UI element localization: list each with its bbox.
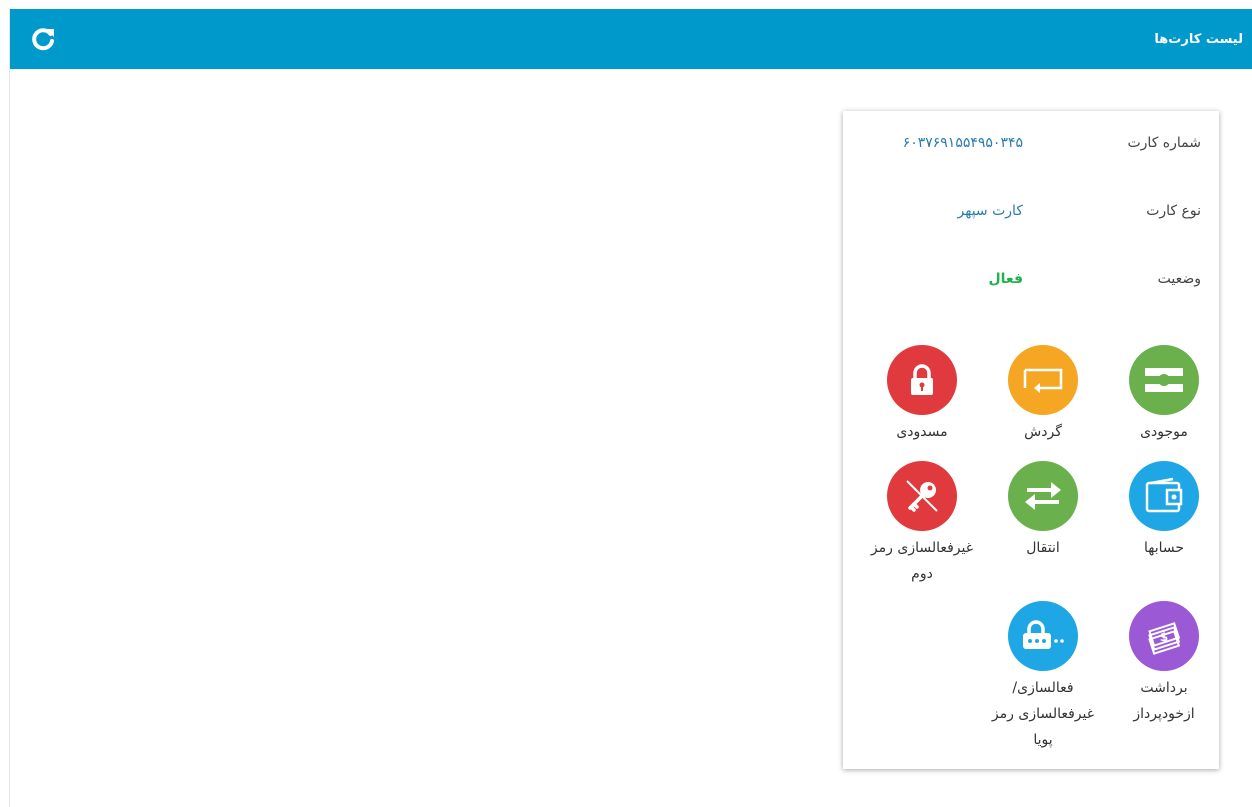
refresh-icon[interactable]: [28, 25, 58, 55]
transfer-arrows-icon: [1008, 461, 1078, 531]
action-label: حسابها: [1143, 540, 1185, 556]
transactions-icon: [1008, 345, 1078, 415]
card-number-label: شماره کارت: [1127, 135, 1201, 151]
card-number-row: شماره کارت ۶۰۳۷۶۹۱۵۵۴۹۵۰۳۴۵: [843, 135, 1219, 165]
dynamic-password-button[interactable]: فعالسازی/ غیرفعالسازی رمز پویا: [988, 601, 1098, 753]
transfer-button[interactable]: انتقال: [988, 461, 1098, 561]
status-label: وضعیت: [1157, 271, 1201, 287]
cash-icon: $: [1129, 601, 1199, 671]
accounts-button[interactable]: حسابها: [1109, 461, 1219, 561]
card-panel: شماره کارت ۶۰۳۷۶۹۱۵۵۴۹۵۰۳۴۵ نوع کارت کار…: [843, 111, 1219, 769]
main-frame: لیست کارت‌ها شماره کارت ۶۰۳۷۶۹۱۵۵۴۹۵۰۳۴۵…: [9, 9, 1252, 807]
status-row: وضعیت فعال: [843, 271, 1219, 301]
action-label: مسدودی: [896, 424, 948, 440]
action-label: فعالسازی/ غیرفعالسازی رمز پویا: [991, 680, 1095, 748]
atm-withdraw-button[interactable]: $ برداشت ازخودپرداز: [1109, 601, 1219, 727]
status-badge: فعال: [988, 271, 1023, 287]
action-label: برداشت ازخودپرداز: [1133, 680, 1195, 722]
page-title: لیست کارت‌ها: [1154, 32, 1243, 47]
key-disabled-icon: [887, 461, 957, 531]
svg-text:$: $: [1160, 630, 1168, 644]
dynamic-password-icon: [1008, 601, 1078, 671]
card-type-label: نوع کارت: [1146, 203, 1201, 219]
disable-second-password-button[interactable]: غیرفعالسازی رمز دوم: [867, 461, 977, 587]
action-label: انتقال: [1026, 540, 1060, 556]
card-type-value: کارت سپهر: [957, 203, 1023, 219]
transactions-button[interactable]: گردش: [988, 345, 1098, 445]
action-label: موجودی: [1140, 424, 1188, 440]
card-balance-icon: [1129, 345, 1199, 415]
block-card-button[interactable]: مسدودی: [867, 345, 977, 445]
action-label: گردش: [1024, 424, 1062, 440]
wallet-icon: [1129, 461, 1199, 531]
card-type-row: نوع کارت کارت سپهر: [843, 203, 1219, 233]
lock-icon: [887, 345, 957, 415]
balance-button[interactable]: موجودی: [1109, 345, 1219, 445]
card-number-value: ۶۰۳۷۶۹۱۵۵۴۹۵۰۳۴۵: [902, 135, 1023, 151]
action-label: غیرفعالسازی رمز دوم: [870, 540, 974, 582]
header-bar: لیست کارت‌ها: [10, 9, 1252, 69]
